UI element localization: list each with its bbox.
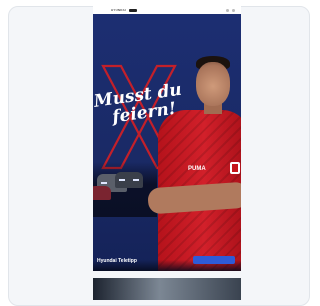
ad-caption: Hyundai Teletipp: [97, 258, 137, 264]
ad-banner[interactable]: PUMA 7 Musst du feiern!: [93, 14, 241, 271]
jersey-brand: PUMA: [188, 166, 206, 172]
search-icon[interactable]: [226, 8, 229, 12]
menu-icon[interactable]: [129, 8, 138, 12]
next-content-image[interactable]: [93, 278, 241, 300]
site-logo-text: HYUNDAI: [111, 8, 127, 12]
mobile-viewport: HYUNDAI PUMA 7 Mu: [93, 6, 241, 271]
austria-crest-icon: [230, 162, 240, 174]
player-head: [196, 62, 230, 106]
ad-cta-button[interactable]: [193, 256, 235, 264]
account-icon[interactable]: [232, 8, 235, 12]
status-bar: HYUNDAI: [93, 6, 241, 14]
